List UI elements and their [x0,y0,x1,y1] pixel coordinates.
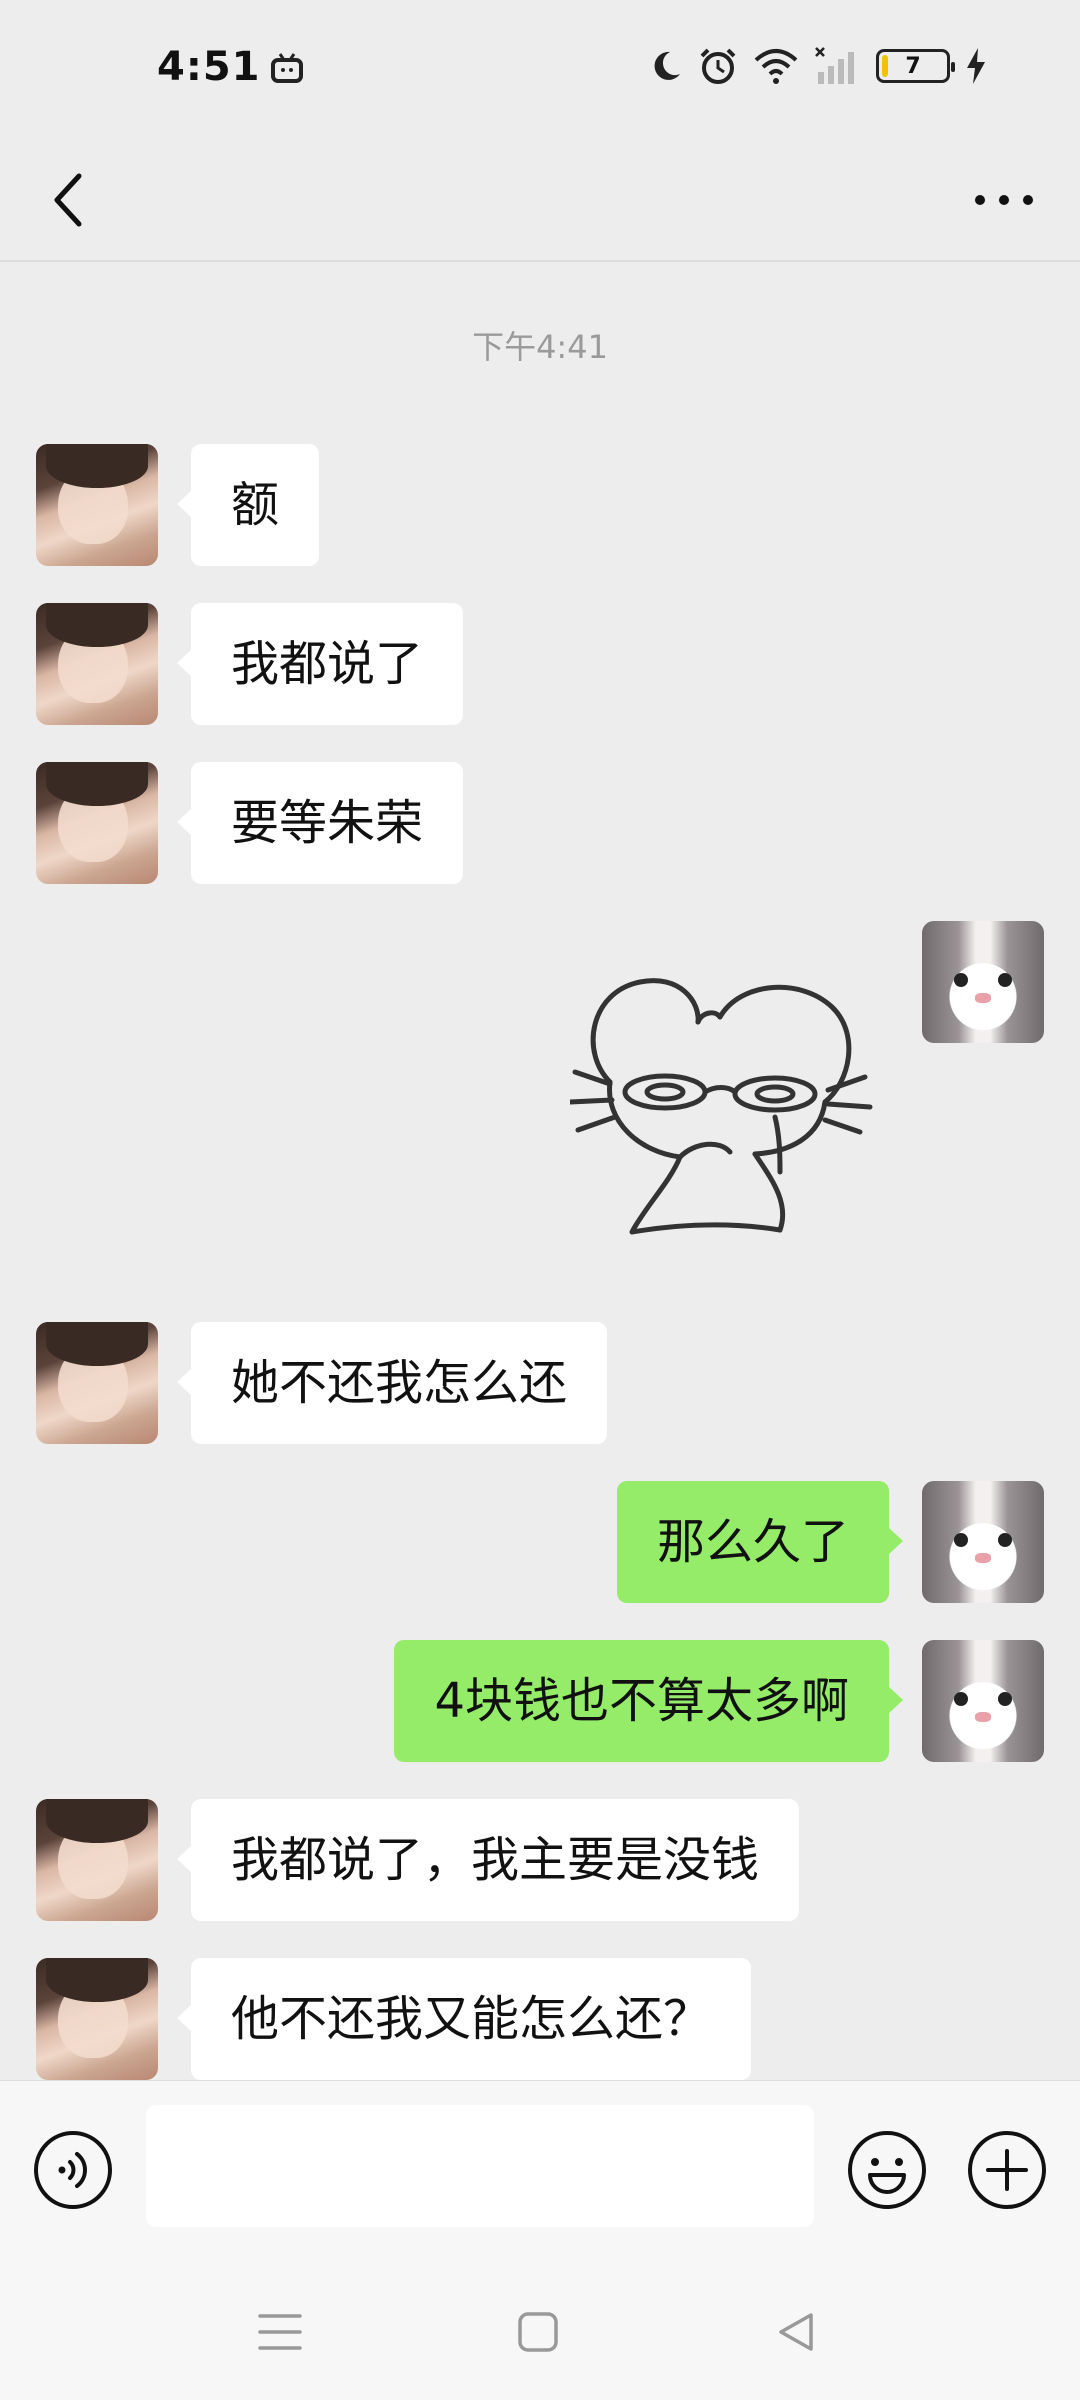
system-navigation-bar [0,2260,1080,2400]
contact-avatar[interactable] [36,603,158,725]
message-row [0,921,1080,1043]
contact-avatar[interactable] [36,444,158,566]
emoji-icon[interactable] [846,2129,928,2211]
signal-icon [815,47,854,84]
message-row: 额 [0,444,1080,566]
sent-message-bubble[interactable]: 4块钱也不算太多啊 [394,1640,903,1762]
battery-level: 7 [905,53,921,79]
message-row: 我都说了 [0,603,1080,725]
moon-icon [654,51,680,80]
chat-header [0,140,1080,260]
more-options-button[interactable] [964,160,1044,240]
message-row: 他不还我又能怎么还？ [0,1958,1080,2080]
message-row: 她不还我怎么还 [0,1322,1080,1444]
received-message-bubble[interactable]: 要等朱荣 [176,762,464,884]
chevron-left-icon [54,173,82,227]
message-input-bar [0,2080,1080,2260]
battery-indicator: 7 [876,49,955,83]
square-icon [518,2312,558,2352]
my-avatar[interactable] [922,1640,1044,1762]
plus-icon[interactable] [966,2129,1048,2211]
message-row: 要等朱荣 [0,762,1080,884]
triangle-back-icon [779,2313,813,2351]
mouse-sticker[interactable] [570,962,890,1242]
alarm-icon [700,48,736,84]
my-avatar[interactable] [922,921,1044,1043]
message-row: 我都说了，我主要是没钱 [0,1799,1080,1921]
charging-icon [967,48,985,84]
wifi-icon [754,49,798,84]
more-dots-icon [975,195,1033,205]
chat-area[interactable]: 下午4:41 额 我都说了 要等朱荣 她不还我怎么还 那么久了 4块钱也不算太多… [0,262,1080,2080]
back-nav-button[interactable] [766,2302,826,2362]
received-message-bubble[interactable]: 我都说了，我主要是没钱 [176,1799,800,1921]
message-timestamp: 下午4:41 [472,328,608,366]
contact-avatar[interactable] [36,1799,158,1921]
menu-lines-icon [258,2314,302,2350]
status-time: 4:51 [157,44,261,90]
received-message-bubble[interactable]: 额 [176,444,320,566]
contact-avatar[interactable] [36,762,158,884]
message-row: 4块钱也不算太多啊 [0,1640,1080,1762]
message-row: 那么久了 [0,1481,1080,1603]
received-message-bubble[interactable]: 她不还我怎么还 [176,1322,608,1444]
recent-apps-button[interactable] [250,2302,310,2362]
sent-message-bubble[interactable]: 那么久了 [616,1481,904,1603]
received-message-bubble[interactable]: 我都说了 [176,603,464,725]
contact-avatar[interactable] [36,1958,158,2080]
contact-avatar[interactable] [36,1322,158,1444]
voice-input-icon[interactable] [32,2129,114,2211]
back-button[interactable] [38,160,98,240]
my-avatar[interactable] [922,1481,1044,1603]
home-button[interactable] [508,2302,568,2362]
tv-app-icon [271,53,303,83]
message-input[interactable] [146,2105,814,2227]
received-message-bubble[interactable]: 他不还我又能怎么还？ [176,1958,752,2080]
status-bar: 4:51 7 [0,0,1080,140]
